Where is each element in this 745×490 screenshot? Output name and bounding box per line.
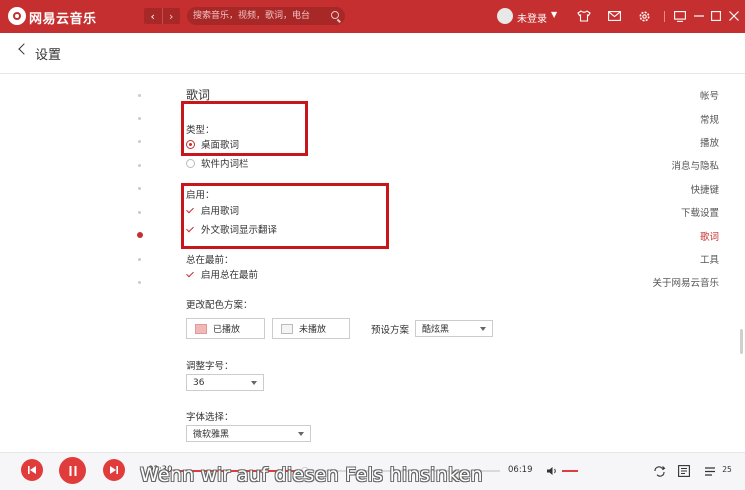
close-icon[interactable] xyxy=(727,9,741,23)
nav-item-playback[interactable]: 播放 xyxy=(700,135,719,149)
highlight-box-type xyxy=(181,101,308,156)
search-box xyxy=(187,7,345,25)
volume-icon[interactable] xyxy=(545,464,559,478)
desktop-lyric-overlay: Wenn wir auf diesen Fels hinsinken xyxy=(140,464,483,486)
history-nav: ‹ › xyxy=(144,8,180,24)
checkbox-always-on-top[interactable]: 启用总在最前 xyxy=(186,267,258,281)
avatar[interactable] xyxy=(497,8,513,24)
pause-icon xyxy=(69,465,76,476)
nav-item-about[interactable]: 关于网易云音乐 xyxy=(652,275,719,289)
nav-dot xyxy=(138,94,141,97)
nav-item-general[interactable]: 常规 xyxy=(700,112,719,126)
lyrics-toggle-icon[interactable] xyxy=(677,464,691,478)
playlist-icon[interactable] xyxy=(703,464,717,478)
font-size-label: 调整字号： xyxy=(186,361,234,372)
chevron-down-icon xyxy=(251,381,257,385)
color-swatch xyxy=(281,323,293,334)
font-dropdown[interactable]: 微软雅黑 xyxy=(186,425,311,442)
radio-icon[interactable] xyxy=(186,158,195,168)
search-input[interactable] xyxy=(193,9,323,23)
ontop-label: 总在最前： xyxy=(186,255,234,266)
next-button[interactable] xyxy=(103,459,125,481)
nav-dot xyxy=(138,140,141,143)
highlight-box-enable xyxy=(181,183,389,249)
font-label: 字体选择： xyxy=(186,412,234,423)
title-bar: 网易云音乐 ‹ › 未登录 ▼ xyxy=(0,0,745,33)
preset-label: 预设方案 xyxy=(371,325,410,336)
settings-header xyxy=(0,33,745,74)
nav-item-download[interactable]: 下载设置 xyxy=(681,205,719,219)
back-arrow-icon[interactable]: ‹ xyxy=(144,8,163,24)
volume-slider[interactable] xyxy=(562,470,578,472)
nav-dot xyxy=(138,117,141,120)
nav-dot-active xyxy=(137,232,143,238)
preset-dropdown[interactable]: 酷炫黑 xyxy=(415,320,493,337)
checkmark-icon[interactable] xyxy=(186,270,195,279)
maximize-icon[interactable] xyxy=(709,9,723,23)
playlist-count: 25 xyxy=(722,465,732,474)
nav-dot xyxy=(138,281,141,284)
nav-dot xyxy=(138,258,141,261)
skin-icon[interactable] xyxy=(577,9,591,23)
nav-dot xyxy=(138,164,141,167)
previous-button[interactable] xyxy=(21,459,43,481)
page-title: 设置 xyxy=(35,48,62,63)
nav-item-privacy[interactable]: 消息与隐私 xyxy=(671,158,719,172)
nav-dot xyxy=(138,211,141,214)
nav-item-shortcuts[interactable]: 快捷键 xyxy=(690,182,719,196)
nav-item-account[interactable]: 帐号 xyxy=(700,88,719,102)
nav-item-tools[interactable]: 工具 xyxy=(700,252,719,266)
repeat-icon[interactable] xyxy=(652,464,666,478)
nav-item-lyrics[interactable]: 歌词 xyxy=(700,229,719,243)
radio-in-app-lyrics[interactable]: 软件内词栏 xyxy=(186,156,249,170)
minimize-icon[interactable] xyxy=(692,9,706,23)
search-icon[interactable] xyxy=(331,11,339,19)
chevron-down-icon[interactable]: ▼ xyxy=(551,10,557,19)
color-scheme-label: 更改配色方案： xyxy=(186,300,253,311)
chevron-down-icon xyxy=(480,327,486,331)
next-icon xyxy=(110,466,118,474)
font-size-dropdown[interactable]: 36 xyxy=(186,374,264,391)
mail-icon[interactable] xyxy=(607,9,621,23)
scroll-thumb[interactable] xyxy=(740,329,743,354)
forward-arrow-icon[interactable]: › xyxy=(163,8,181,24)
total-time: 06:19 xyxy=(508,465,533,475)
pause-button[interactable] xyxy=(59,457,86,484)
gear-icon[interactable] xyxy=(637,9,651,23)
previous-icon xyxy=(28,466,36,474)
played-color-button[interactable]: 已播放 xyxy=(186,318,265,339)
netease-logo-icon xyxy=(8,7,26,25)
unplayed-color-button[interactable]: 未播放 xyxy=(272,318,350,339)
color-swatch xyxy=(195,323,207,334)
app-title: 网易云音乐 xyxy=(29,12,97,27)
divider xyxy=(664,11,665,22)
mini-mode-icon[interactable] xyxy=(673,9,687,23)
nav-dot xyxy=(138,187,141,190)
scrollbar[interactable] xyxy=(739,74,743,452)
login-status[interactable]: 未登录 xyxy=(517,10,547,25)
chevron-down-icon xyxy=(298,432,304,436)
